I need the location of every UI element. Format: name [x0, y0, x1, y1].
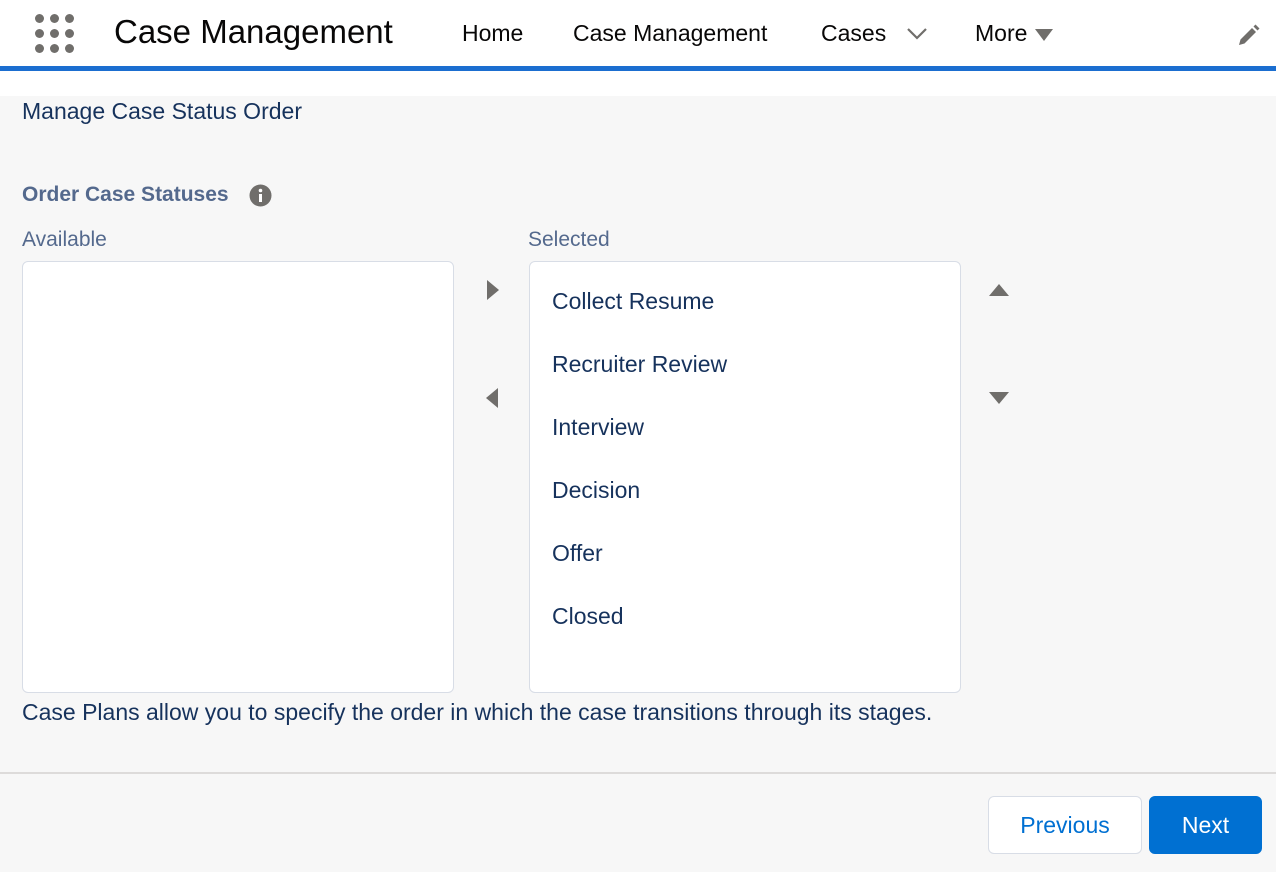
help-text: Case Plans allow you to specify the orde… [22, 699, 933, 725]
list-item[interactable]: Offer [552, 540, 603, 567]
info-icon[interactable] [249, 184, 272, 207]
nav-item-cases[interactable]: Cases [821, 20, 886, 47]
arrow-up-icon[interactable] [987, 278, 1011, 302]
caret-down-icon[interactable] [1034, 28, 1054, 42]
nav-item-home[interactable]: Home [462, 20, 523, 47]
selected-listbox[interactable]: Collect Resume Recruiter Review Intervie… [529, 261, 961, 693]
list-item[interactable]: Collect Resume [552, 288, 714, 315]
available-label: Available [22, 228, 107, 251]
next-button[interactable]: Next [1149, 796, 1262, 854]
nav-item-more[interactable]: More [975, 20, 1027, 47]
arrow-right-icon[interactable] [481, 278, 505, 302]
selected-label: Selected [528, 228, 610, 251]
nav-item-case-management[interactable]: Case Management [573, 20, 767, 47]
app-title: Case Management [114, 13, 393, 50]
app-launcher-icon[interactable] [34, 13, 76, 55]
app-header: Case Management Home Case Management Cas… [0, 0, 1276, 71]
list-item[interactable]: Decision [552, 477, 640, 504]
header-accent-bar [0, 66, 1276, 71]
list-item[interactable]: Closed [552, 603, 624, 630]
arrow-left-icon[interactable] [481, 386, 505, 410]
arrow-down-icon[interactable] [987, 386, 1011, 410]
list-item[interactable]: Recruiter Review [552, 351, 727, 378]
chevron-down-icon[interactable] [906, 26, 928, 42]
list-item[interactable]: Interview [552, 414, 644, 441]
page-title: Manage Case Status Order [22, 98, 302, 124]
section-label: Order Case Statuses [22, 183, 229, 206]
available-listbox[interactable] [22, 261, 454, 693]
previous-button[interactable]: Previous [988, 796, 1142, 854]
pencil-icon[interactable] [1236, 24, 1260, 48]
